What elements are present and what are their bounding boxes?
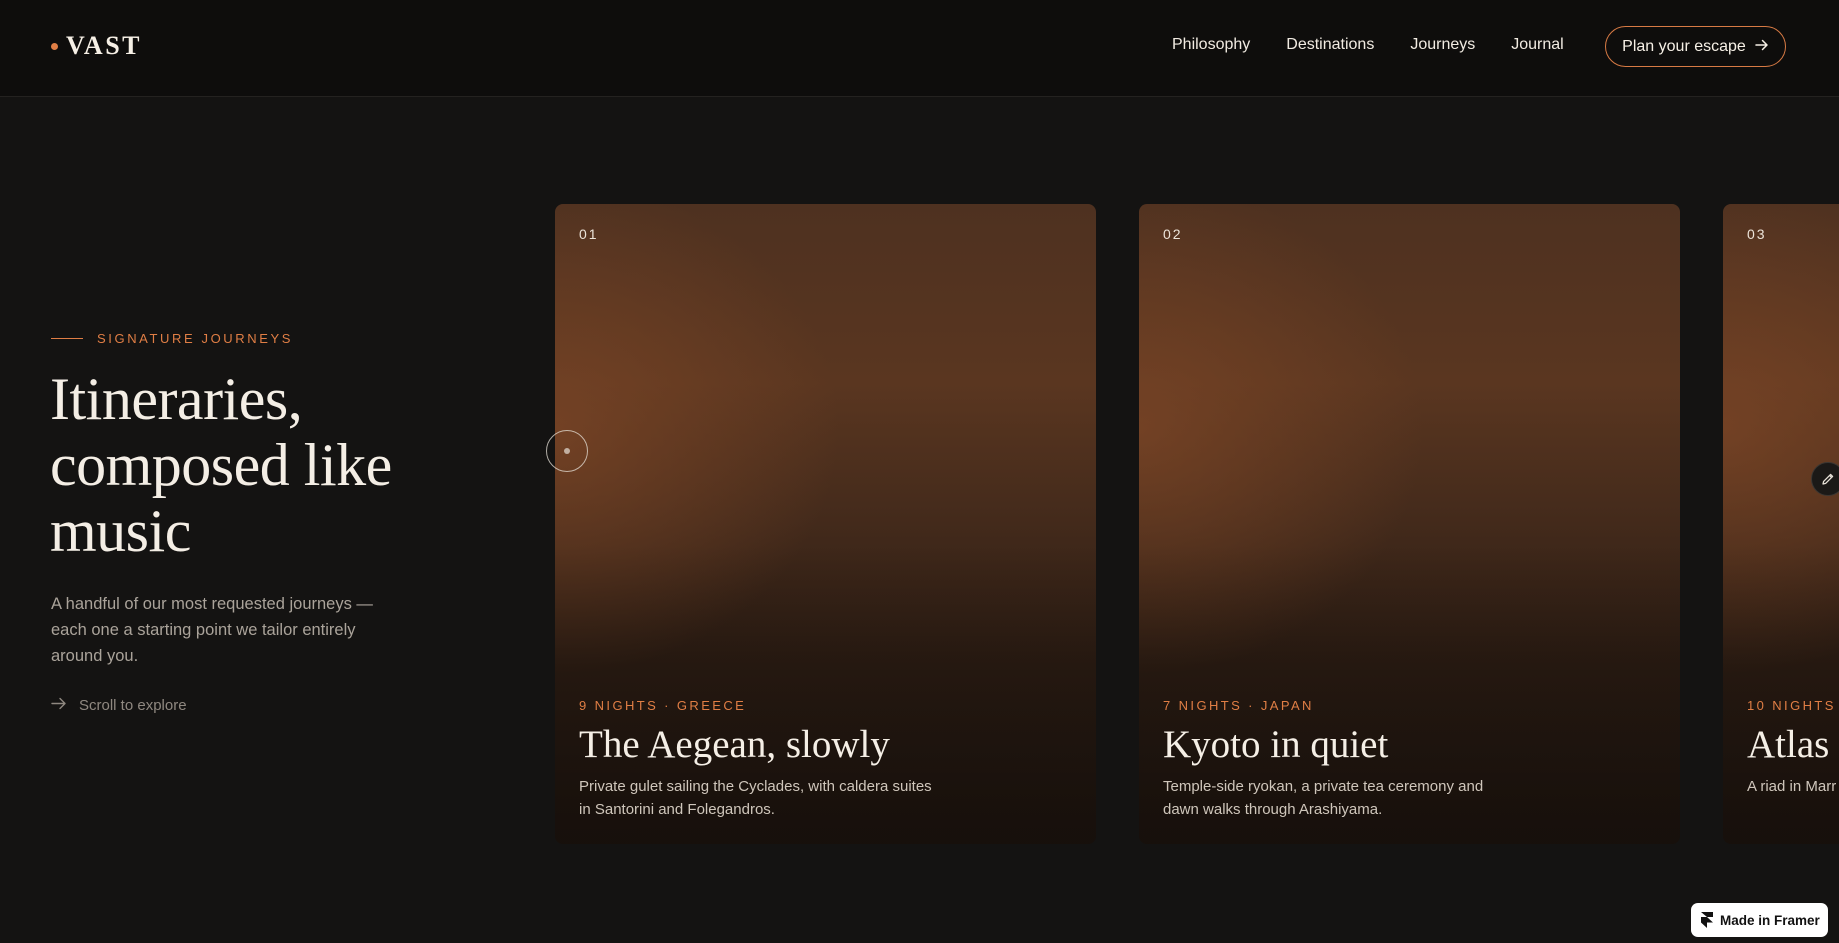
journey-card[interactable]: 03 10 NIGHTS · Atlas A riad in Marr nigh… [1723,204,1839,844]
section-description: A handful of our most requested journeys… [51,595,373,665]
nav-link-journal[interactable]: Journal [1511,36,1563,54]
section-headline: Itineraries, composed like music [50,366,392,564]
plan-your-escape-button[interactable]: Plan your escape [1605,26,1786,67]
logo[interactable]: VAST [51,31,142,61]
logo-dot-icon [51,42,58,50]
page: VAST Philosophy Destinations Journeys Jo… [0,0,1839,943]
cursor-dot [564,448,570,454]
journey-card[interactable]: 01 9 NIGHTS · GREECE The Aegean, slowly … [555,204,1096,844]
card-title: Atlas [1747,723,1830,766]
eyebrow-text: SIGNATURE JOURNEYS [97,331,294,346]
card-description: Temple-side ryokan, a private tea ceremo… [1163,778,1484,818]
card-number: 03 [1747,226,1767,242]
scroll-hint-label: Scroll to explore [79,697,187,714]
nav-link-journeys[interactable]: Journeys [1410,36,1475,54]
main-nav: Philosophy Destinations Journeys Journal [1172,36,1600,54]
nav-link-philosophy[interactable]: Philosophy [1172,36,1250,54]
card-title: The Aegean, slowly [579,723,890,766]
card-number: 01 [579,226,599,242]
framer-logo-icon [1701,912,1713,928]
card-meta: 7 NIGHTS · JAPAN [1163,698,1314,713]
logo-text: VAST [66,31,143,60]
pencil-icon [1822,473,1834,485]
site-header: VAST Philosophy Destinations Journeys Jo… [0,0,1839,97]
scroll-hint[interactable]: Scroll to explore [51,697,187,714]
card-meta: 9 NIGHTS · GREECE [579,698,747,713]
edit-pencil-button[interactable] [1811,462,1839,496]
eyebrow-line [51,338,83,339]
made-in-framer-badge[interactable]: Made in Framer [1691,903,1828,937]
card-description: A riad in Marr night beneath [1747,778,1839,795]
custom-cursor-icon [546,430,588,472]
eyebrow: SIGNATURE JOURNEYS [51,331,293,346]
card-number: 02 [1163,226,1183,242]
framer-badge-label: Made in Framer [1720,912,1820,928]
card-title: Kyoto in quiet [1163,723,1389,766]
arrow-right-icon [51,697,67,714]
nav-link-destinations[interactable]: Destinations [1286,36,1374,54]
arrow-right-icon [1755,38,1769,55]
journey-card[interactable]: 02 7 NIGHTS · JAPAN Kyoto in quiet Templ… [1139,204,1680,844]
card-meta: 10 NIGHTS · [1747,698,1839,713]
cta-label: Plan your escape [1622,37,1746,55]
card-description: Private gulet sailing the Cyclades, with… [579,778,932,818]
